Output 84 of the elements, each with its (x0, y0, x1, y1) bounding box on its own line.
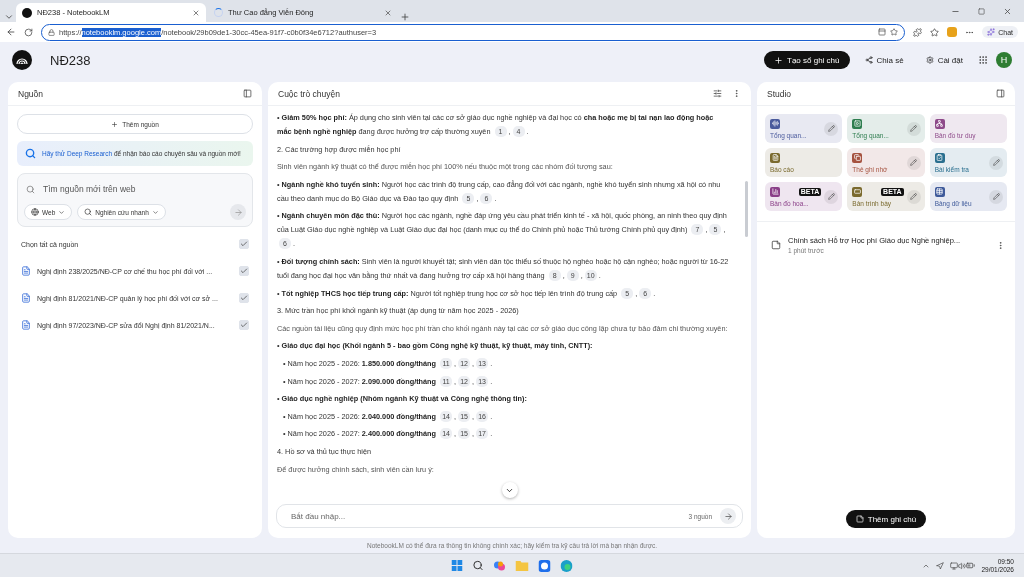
edit-button[interactable] (989, 189, 1003, 204)
maximize-icon[interactable] (978, 6, 985, 16)
lock-icon (48, 28, 55, 36)
volume-icon[interactable] (958, 561, 967, 570)
notebook-title: NĐ238 (50, 52, 92, 68)
check-icon (240, 240, 248, 248)
message-field[interactable]: Bắt đầu nhập... (289, 510, 681, 522)
pencil-icon (910, 125, 918, 132)
panel-title: Cuộc trò chuyện (278, 88, 341, 99)
star-icon[interactable] (890, 28, 899, 36)
globe-icon (31, 208, 39, 216)
settings-button[interactable]: Cài đặt (918, 51, 970, 69)
chevron-down-icon (58, 208, 66, 216)
close-icon[interactable] (384, 8, 392, 17)
search-field[interactable]: Tìm nguồn mới trên web (24, 182, 246, 196)
send-button[interactable] (720, 508, 736, 524)
edit-button[interactable] (824, 189, 839, 204)
favorites-icon[interactable] (930, 27, 940, 37)
submit-button[interactable] (230, 204, 246, 220)
settings-icon (925, 56, 934, 64)
search-icon (84, 208, 93, 216)
check-icon (240, 267, 248, 275)
more-icon[interactable] (996, 240, 1005, 250)
close-icon[interactable] (192, 8, 200, 17)
collapse-panel-icon[interactable] (243, 89, 252, 98)
checkbox[interactable] (239, 239, 249, 249)
checkbox[interactable] (239, 320, 249, 330)
copilot-icon[interactable] (493, 559, 506, 572)
pencil-icon (910, 159, 918, 166)
windows-start-icon[interactable] (451, 560, 463, 571)
checkbox[interactable] (239, 293, 249, 303)
chat-app-icon[interactable] (538, 559, 551, 572)
browser-icon[interactable] (560, 559, 573, 572)
share-icon (864, 56, 873, 64)
more-icon[interactable] (732, 89, 741, 98)
check-icon (240, 321, 248, 329)
logo-icon[interactable] (12, 50, 32, 70)
edit-button[interactable] (989, 155, 1003, 170)
add-note-button[interactable]: Thêm ghi chú (845, 510, 927, 528)
share-button[interactable]: Chia sẻ (857, 51, 911, 69)
checkbox[interactable] (239, 266, 249, 276)
extensions-icon[interactable] (913, 27, 923, 37)
apps-grid-icon[interactable] (978, 55, 988, 65)
document-icon (21, 320, 31, 330)
tab-list-icon[interactable] (4, 12, 14, 22)
location-icon (936, 561, 945, 570)
reload-icon[interactable] (24, 27, 33, 37)
magnifier-icon (25, 148, 36, 159)
edit-button[interactable] (906, 121, 921, 136)
edit-button[interactable] (906, 155, 921, 170)
note-icon (771, 240, 781, 250)
panel-title: Nguồn (18, 88, 45, 99)
scrollbar[interactable] (745, 181, 748, 237)
note-icon (855, 515, 864, 523)
arrow-right-icon (723, 511, 733, 521)
chevron-down-icon (151, 208, 159, 216)
collapse-panel-icon[interactable] (996, 89, 1005, 98)
plus-icon (774, 55, 784, 65)
close-icon[interactable] (1003, 6, 1012, 16)
search-icon (26, 184, 35, 194)
document-icon (21, 293, 31, 303)
create-notebook-button[interactable]: Tạo sổ ghi chú (764, 51, 850, 69)
pencil-icon (992, 193, 1000, 200)
edit-button[interactable] (824, 121, 839, 136)
pencil-icon (992, 159, 1000, 166)
battery-icon[interactable] (966, 561, 976, 570)
new-tab-icon[interactable] (400, 12, 410, 22)
document-icon (21, 266, 31, 276)
pencil-icon (827, 125, 835, 132)
search-icon[interactable] (472, 560, 484, 571)
sliders-icon[interactable] (713, 89, 722, 98)
plus-icon (111, 120, 119, 128)
pencil-icon (910, 193, 918, 200)
user-avatar[interactable]: H (996, 52, 1012, 68)
pencil-icon (827, 193, 835, 200)
panel-title: Studio (767, 88, 793, 99)
edit-button[interactable] (906, 189, 921, 204)
sparkle-icon (987, 28, 996, 36)
profile-icon[interactable] (947, 27, 958, 37)
display-icon[interactable] (950, 561, 959, 570)
back-icon[interactable] (6, 27, 16, 37)
check-icon (240, 294, 248, 302)
arrow-right-icon (233, 207, 243, 217)
app-install-icon[interactable] (878, 28, 887, 36)
